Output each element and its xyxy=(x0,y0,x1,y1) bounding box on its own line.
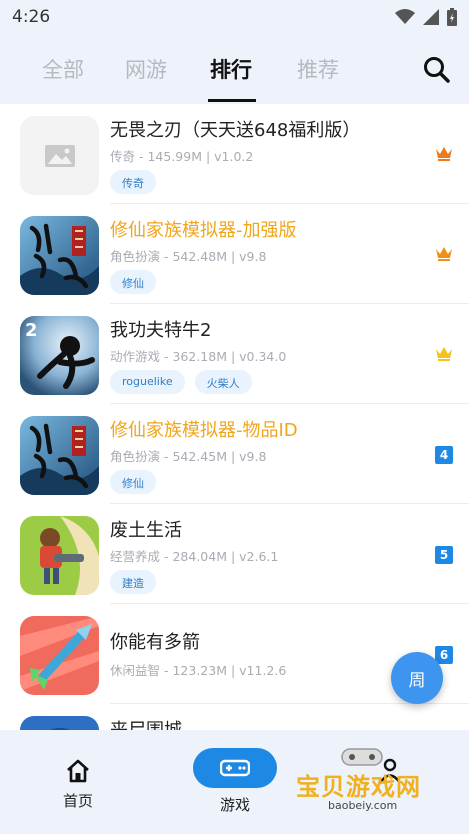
weekly-rank-button[interactable]: 周 xyxy=(391,652,443,704)
wifi-icon xyxy=(395,9,415,24)
list-item[interactable]: 2 我功夫特牛2 动作游戏 - 362.18M | v0.34.0 roguel… xyxy=(0,304,469,404)
rank-number-badge: 4 xyxy=(435,446,453,464)
kungfu-game-icon: 2 xyxy=(20,316,99,395)
app-meta: 角色扮演 - 542.45M | v9.8 xyxy=(110,449,267,464)
app-name: 我功夫特牛2 xyxy=(110,320,212,341)
tag[interactable]: 修仙 xyxy=(110,470,156,494)
tab-active-indicator xyxy=(208,99,256,102)
xiuxian-game-icon xyxy=(20,416,99,495)
app-name: 无畏之刃（天天送648福利版） xyxy=(110,120,361,141)
tab-recommend[interactable]: 推荐 xyxy=(297,54,339,84)
app-name: 你能有多箭 xyxy=(110,632,200,653)
app-meta: 经营养成 - 284.04M | v2.6.1 xyxy=(110,549,279,564)
app-name: 废土生活 xyxy=(110,520,182,541)
list-item[interactable]: 废土生活 经营养成 - 284.04M | v2.6.1 建造 5 xyxy=(0,504,469,604)
watermark-url: baobeiy.com xyxy=(328,799,398,812)
status-time: 4:26 xyxy=(12,7,51,27)
status-icons xyxy=(395,8,457,26)
tag[interactable]: 修仙 xyxy=(110,270,156,294)
tab-all[interactable]: 全部 xyxy=(42,54,84,84)
status-bar: 4:26 xyxy=(0,0,469,34)
nav-home[interactable]: 首页 xyxy=(48,730,108,834)
gamepad-icon xyxy=(220,759,250,777)
crown-icon xyxy=(436,247,452,261)
site-watermark: 宝贝游戏网 baobeiy.com xyxy=(290,745,440,825)
search-icon[interactable] xyxy=(421,54,453,86)
list-item[interactable]: 丧尸围城 xyxy=(0,704,469,730)
list-item[interactable]: 修仙家族模拟器-加强版 角色扮演 - 542.48M | v9.8 修仙 xyxy=(0,204,469,304)
tag[interactable]: roguelike xyxy=(110,370,185,394)
svg-text:2: 2 xyxy=(25,320,38,341)
zombie-game-icon xyxy=(20,716,99,730)
app-meta: 动作游戏 - 362.18M | v0.34.0 xyxy=(110,349,287,364)
gamepad-logo-icon xyxy=(341,748,383,766)
tag[interactable]: 传奇 xyxy=(110,170,156,194)
tag[interactable]: 火柴人 xyxy=(194,370,252,394)
app-name: 修仙家族模拟器-物品ID xyxy=(110,420,298,441)
battery-icon xyxy=(447,8,457,26)
app-meta: 传奇 - 145.99M | v1.0.2 xyxy=(110,149,254,164)
crown-icon xyxy=(436,147,452,161)
image-placeholder-icon xyxy=(20,116,99,195)
list-item[interactable]: 无畏之刃（天天送648福利版） 传奇 - 145.99M | v1.0.2 传奇 xyxy=(0,104,469,204)
app-name: 丧尸围城 xyxy=(110,716,182,730)
list-item[interactable]: 修仙家族模拟器-物品ID 角色扮演 - 542.45M | v9.8 修仙 4 xyxy=(0,404,469,504)
home-icon xyxy=(67,759,89,783)
crown-icon xyxy=(436,347,452,361)
nav-home-label: 首页 xyxy=(62,792,93,810)
nav-games-label: 游戏 xyxy=(219,796,250,814)
xiuxian-game-icon xyxy=(20,216,99,295)
tab-online[interactable]: 网游 xyxy=(125,54,167,84)
nav-games[interactable]: 游戏 xyxy=(193,730,277,834)
ranking-list: 无畏之刃（天天送648福利版） 传奇 - 145.99M | v1.0.2 传奇… xyxy=(0,104,469,730)
signal-icon xyxy=(423,9,439,25)
app-meta: 休闲益智 - 123.23M | v11.2.6 xyxy=(110,663,287,678)
app-meta: 角色扮演 - 542.48M | v9.8 xyxy=(110,249,267,264)
watermark-text: 宝贝游戏网 xyxy=(296,773,421,801)
rank-number-badge: 5 xyxy=(435,546,453,564)
arrow-game-icon xyxy=(20,616,99,695)
tab-ranking[interactable]: 排行 xyxy=(210,54,252,84)
top-tab-bar: 全部 网游 排行 推荐 xyxy=(0,34,469,104)
games-pill xyxy=(193,748,277,788)
tag[interactable]: 建造 xyxy=(110,570,156,594)
wasteland-game-icon xyxy=(20,516,99,595)
app-name: 修仙家族模拟器-加强版 xyxy=(110,220,297,241)
